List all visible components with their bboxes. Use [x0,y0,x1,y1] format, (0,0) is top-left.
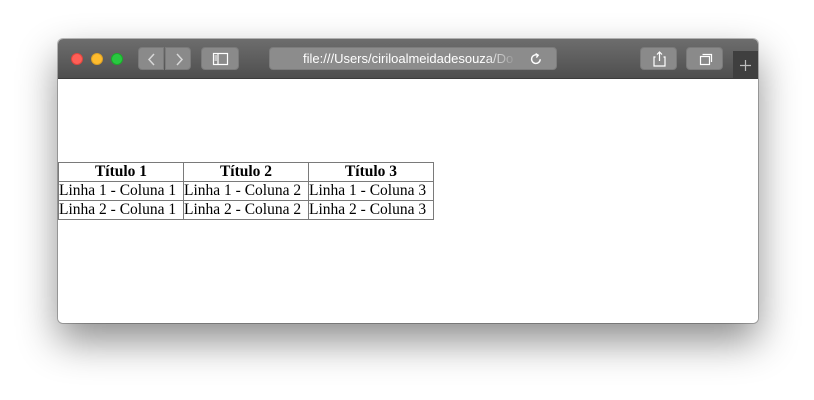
table-cell: Linha 2 - Coluna 2 [183,200,309,220]
tabs-overview-icon [699,53,713,66]
show-all-tabs-button[interactable] [686,47,723,70]
screen: file:///Users/ciriloalmeidadesouza/Do Tí… [0,0,814,400]
data-table: Título 1 Título 2 Título 3 Linha 1 - Col… [58,162,434,220]
column-header: Título 1 [58,162,184,182]
maximize-window-button[interactable] [111,53,123,65]
reload-icon[interactable] [528,51,544,67]
plus-icon [740,60,751,71]
column-header: Título 3 [308,162,434,182]
share-button[interactable] [640,47,677,70]
address-bar[interactable]: file:///Users/ciriloalmeidadesouza/Do [269,47,557,70]
forward-button[interactable] [165,47,191,70]
chevron-right-icon [176,53,184,66]
page-content: Título 1 Título 2 Título 3 Linha 1 - Col… [58,79,758,323]
table-header-row: Título 1 Título 2 Título 3 [58,162,434,182]
table-cell: Linha 1 - Coluna 2 [183,181,309,201]
new-tab-button[interactable] [733,51,758,78]
address-fade [485,48,525,69]
share-icon [653,51,666,67]
close-window-button[interactable] [71,53,83,65]
table-row: Linha 1 - Coluna 1 Linha 1 - Coluna 2 Li… [58,181,434,201]
table-cell: Linha 1 - Coluna 3 [308,181,434,201]
browser-toolbar: file:///Users/ciriloalmeidadesouza/Do [58,39,758,79]
chevron-left-icon [147,53,155,66]
minimize-window-button[interactable] [91,53,103,65]
table-cell: Linha 1 - Coluna 1 [58,181,184,201]
back-button[interactable] [138,47,164,70]
table-row: Linha 2 - Coluna 1 Linha 2 - Coluna 2 Li… [58,200,434,220]
sidebar-toggle-button[interactable] [201,47,239,70]
table-cell: Linha 2 - Coluna 1 [58,200,184,220]
column-header: Título 2 [183,162,309,182]
sidebar-icon [212,52,229,66]
table-cell: Linha 2 - Coluna 3 [308,200,434,220]
browser-window: file:///Users/ciriloalmeidadesouza/Do Tí… [58,39,758,323]
